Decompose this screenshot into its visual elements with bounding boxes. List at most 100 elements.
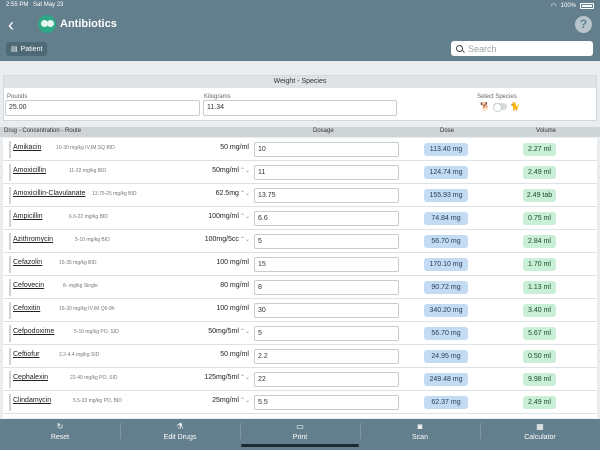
- concentration[interactable]: 100mg/5cc⌃⌄: [205, 236, 250, 243]
- drug-name-link[interactable]: Clindamycin: [13, 397, 51, 404]
- drug-name-link[interactable]: Azithromycin: [13, 236, 53, 243]
- search-input[interactable]: [468, 43, 578, 54]
- drug-name-link[interactable]: Ceftiofur: [13, 351, 39, 358]
- volume-value: 0.75 ml: [523, 212, 556, 225]
- table-row: Amikacin 10-30 mg/kg IV,IM,SQ BID 50 mg/ml…: [3, 138, 597, 161]
- concentration-value: 100 mg/ml: [216, 259, 249, 266]
- search-icon: [456, 45, 463, 52]
- dosage-input[interactable]: 5: [254, 326, 399, 341]
- drug-name-link[interactable]: Amikacin: [13, 144, 41, 151]
- pounds-input[interactable]: 25.00: [5, 100, 200, 116]
- edit-drugs-label: Edit Drugs: [163, 434, 197, 441]
- dosage-input[interactable]: 15: [254, 257, 399, 272]
- drug-name-link[interactable]: Cefpodoxime: [13, 328, 54, 335]
- concentration-value: 100 mg/ml: [216, 305, 249, 312]
- species-selector: 🐕 🐈: [480, 102, 520, 112]
- dose-value: 62.37 mg: [424, 396, 468, 409]
- print-label: Print: [292, 434, 308, 441]
- drug-name-link[interactable]: Ampicillin: [13, 213, 43, 220]
- drug-name-link[interactable]: Amoxicillin-Clavulanate: [13, 190, 85, 197]
- clipboard-icon: ▤: [11, 46, 18, 53]
- dosage-input[interactable]: 13.75: [254, 188, 399, 203]
- weight-species-panel: Weight - Species Pounds 25.00 Kilograms …: [3, 75, 597, 121]
- scan-button[interactable]: ◙ Scan: [360, 422, 480, 441]
- home-indicator: [241, 444, 359, 447]
- drug-range: 6.6-22 mg/kg BID: [69, 214, 108, 220]
- dosage-input[interactable]: 5: [254, 234, 399, 249]
- patient-button-label: Patient: [20, 45, 43, 53]
- concentration[interactable]: 50mg/5ml⌃⌄: [208, 328, 250, 335]
- help-button[interactable]: ?: [575, 16, 592, 33]
- question-icon: ?: [579, 17, 588, 31]
- concentration-value: 25mg/ml: [212, 397, 239, 404]
- dose-value: 124.74 mg: [424, 166, 468, 179]
- status-time: 2:55 PM Sat May 23: [6, 2, 63, 8]
- chevron-updown-icon: ⌃⌄: [239, 214, 250, 220]
- dosage-input[interactable]: 5.5: [254, 395, 399, 410]
- col-dose-header: Dose: [440, 128, 455, 134]
- dosage-input[interactable]: 2.2: [254, 349, 399, 364]
- edit-drugs-button[interactable]: ⚗ Edit Drugs: [120, 422, 240, 441]
- chevron-updown-icon: ⌃⌄: [239, 237, 250, 243]
- calculator-button[interactable]: ▦ Calculator: [480, 422, 600, 441]
- volume-value: 1.13 ml: [523, 281, 556, 294]
- drug-range: 2.2-4.4 mg/kg SID: [59, 352, 100, 358]
- dosage-input[interactable]: 22: [254, 372, 399, 387]
- species-toggle[interactable]: [492, 103, 507, 112]
- battery-text: 100%: [560, 3, 576, 9]
- camera-icon: ◙: [417, 422, 423, 431]
- col-dosage-header: Dosage: [313, 128, 334, 134]
- concentration[interactable]: 25mg/ml⌃⌄: [212, 397, 250, 404]
- drug-name-link[interactable]: Cefazolin: [13, 259, 42, 266]
- back-button[interactable]: ‹: [8, 16, 24, 34]
- chevron-left-icon: ‹: [8, 15, 14, 35]
- dosage-input[interactable]: 8: [254, 280, 399, 295]
- volume-value: 2.49 tab: [523, 189, 556, 202]
- concentration: 100 mg/ml: [216, 259, 250, 266]
- dose-value: 155.93 mg: [424, 189, 468, 202]
- wifi-icon: ◠: [550, 3, 557, 10]
- volume-value: 5.67 ml: [523, 327, 556, 340]
- dosage-input[interactable]: 11: [254, 165, 399, 180]
- status-bar: 2:55 PM Sat May 23 ◠ 100%: [6, 2, 594, 11]
- table-row: Amoxicillin-Clavulanate 13.75-25 mg/kg BI…: [3, 184, 597, 207]
- drug-name-link[interactable]: Cephalexin: [13, 374, 48, 381]
- concentration-value: 50 mg/ml: [220, 144, 249, 151]
- chevron-updown-icon: ⌃⌄: [239, 168, 250, 174]
- table-row: Azithromycin 5-10 mg/kg BID 100mg/5cc⌃⌄ 5 56…: [3, 230, 597, 253]
- dose-value: 90.72 mg: [424, 281, 468, 294]
- drug-name-link[interactable]: Amoxicillin: [13, 167, 46, 174]
- concentration-value: 100mg/ml: [208, 213, 239, 220]
- print-button[interactable]: ▭ Print: [240, 422, 360, 441]
- printer-icon: ▭: [296, 422, 304, 431]
- dosage-input[interactable]: 30: [254, 303, 399, 318]
- table-row: Cefovecin 8- mg/kg Single 80 mg/ml 8 90.72 m…: [3, 276, 597, 299]
- status-date-text: Sat May 23: [33, 2, 64, 8]
- dose-value: 340.20 mg: [424, 304, 468, 317]
- dog-icon[interactable]: 🐕: [480, 102, 490, 111]
- search-box[interactable]: [451, 41, 593, 56]
- drug-name-link[interactable]: Cefoxitin: [13, 305, 40, 312]
- cat-icon[interactable]: 🐈: [510, 102, 520, 111]
- drug-range: 15-35 mg/kg BID: [59, 260, 97, 266]
- volume-value: 9.98 ml: [523, 373, 556, 386]
- drug-name-link[interactable]: Cefovecin: [13, 282, 44, 289]
- dosage-input[interactable]: 6.6: [254, 211, 399, 226]
- concentration: 50 mg/ml: [220, 351, 250, 358]
- concentration[interactable]: 125mg/5ml⌃⌄: [204, 374, 250, 381]
- drug-range: 5-10 mg/kg PO, SID: [74, 329, 119, 335]
- patient-button[interactable]: ▤ Patient: [6, 42, 48, 56]
- weight-species-title: Weight - Species: [4, 76, 596, 88]
- page-title: Antibiotics: [60, 18, 117, 30]
- drug-range: 5-10 mg/kg BID: [75, 237, 110, 243]
- concentration[interactable]: 100mg/ml⌃⌄: [208, 213, 250, 220]
- dose-value: 56.70 mg: [424, 327, 468, 340]
- concentration[interactable]: 62.5mg⌃⌄: [216, 190, 250, 197]
- reset-button[interactable]: ↻ Reset: [0, 422, 120, 441]
- dosage-input[interactable]: 10: [254, 142, 399, 157]
- concentration[interactable]: 50mg/ml⌃⌄: [212, 167, 250, 174]
- table-row: Cefoxitin 15-30 mg/kg IV,IM Q6-8h 100 mg/m…: [3, 299, 597, 322]
- concentration-value: 50mg/ml: [212, 167, 239, 174]
- app-logo-icon: [38, 15, 56, 33]
- kilograms-input[interactable]: 11.34: [203, 100, 397, 116]
